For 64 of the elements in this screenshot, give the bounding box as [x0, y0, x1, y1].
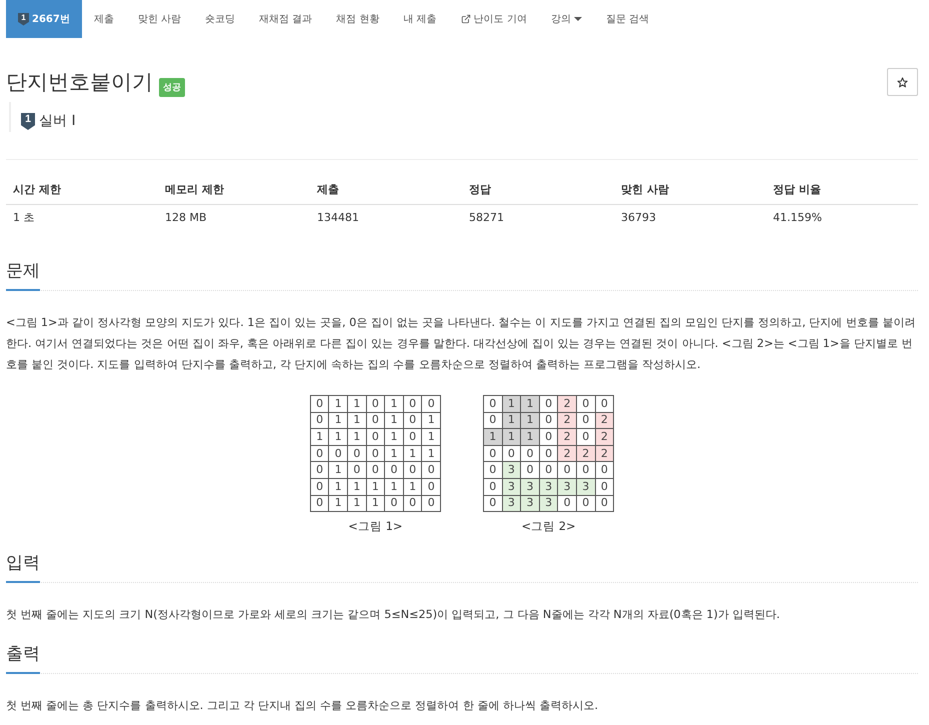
grid-cell: 0: [422, 396, 440, 412]
caret-icon: [574, 17, 582, 21]
grid-cell: 0: [484, 462, 502, 478]
grid-cell: 0: [484, 396, 502, 412]
grid-cell: 1: [310, 428, 329, 446]
table-cell: 41.159%: [766, 204, 918, 231]
grid-cell: 0: [484, 495, 502, 512]
table-cell: 128 MB: [158, 204, 310, 231]
section-title: 입력: [6, 553, 40, 584]
grid-cell: 1: [348, 396, 366, 412]
nav-tab[interactable]: 채점 현황: [324, 0, 392, 38]
grid-cell: 0: [310, 462, 329, 478]
section-text: 첫 번째 줄에는 지도의 크기 N(정사각형이므로 가로와 세로의 크기는 같으며 5≤N≤25)이 입력되고, 그 다음 N줄에는 각각 N개의 자료(0혹은 1)가 입력된다.: [6, 607, 781, 624]
grid-cell: 0: [310, 495, 329, 512]
nav-tab[interactable]: 질문 검색: [594, 0, 661, 38]
grid-cell: 0: [310, 445, 329, 462]
table-cell: 36793: [614, 204, 766, 231]
section-title: 문제: [6, 261, 40, 291]
table-cell: 134481: [310, 204, 462, 231]
figure-caption: <그림 1>: [348, 518, 403, 534]
column-header: 정답: [462, 176, 614, 204]
column-header: 제출: [310, 176, 462, 204]
nav-tab[interactable]: 강의: [538, 0, 594, 38]
column-header: 메모리 제한: [158, 176, 310, 204]
grid-cell: 0: [484, 478, 502, 496]
favorite-button[interactable]: [887, 68, 918, 96]
column-header: 맞힌 사람: [614, 176, 766, 204]
grid-cell: 0: [403, 396, 422, 412]
grid-cell: 0: [595, 396, 614, 412]
table-cell: 1 초: [6, 204, 158, 231]
grid-cell: 0: [576, 396, 596, 412]
grid-cell: 1: [502, 396, 521, 412]
section-text: <그림 1>과 같이 정사각형 모양의 지도가 있다. 1은 집이 있는 곳을, 0은 집이 없는 곳을 나타낸다. 철수는 이 지도를 가지고 연결된 집의 모임인 단지를 정의하고, 단지에 번호를 붙이려 한다. 여기서 연결되었다는 것은 어떤 집이 좌우, 혹은 아래위로 다른 집이 있는 경우를 말한다. 대각선상에 집이 있는 경우는 연결된 것이 아니다. <그림 2>는 <그림 1>을 단지별로 번호를 붙인 것이다. 지도를 입력하여 단지수를 출력하고, 각 단지에 속하는 집의 수를 오름차순으로 정렬하여 출력하는 프로그램을 작성하시오.: [6, 315, 916, 373]
tier-label: 실버 I: [39, 113, 76, 130]
grid-cell: 1: [328, 396, 348, 412]
nav-tab[interactable]: 맞힌 사람: [126, 0, 194, 38]
grid-cell: 0: [366, 396, 385, 412]
grid-cell: 2: [558, 396, 576, 412]
nav-tab[interactable]: 내 제출: [391, 0, 449, 38]
external-link-icon: [460, 14, 471, 24]
nav-tab[interactable]: 제출: [82, 0, 126, 38]
status-badge: 성공: [159, 78, 185, 97]
nav-tab[interactable]: 재채점 결과: [247, 0, 324, 38]
nav-tab[interactable]: 난이도 기여: [448, 0, 539, 38]
grid-cell: 1: [484, 428, 502, 446]
grid-cell: 1: [384, 396, 404, 412]
tier-badge: 1: [21, 113, 35, 130]
grid-cell: 0: [484, 412, 502, 429]
column-header: 시간 제한: [6, 176, 158, 204]
nav-tab[interactable]: 숏코딩: [193, 0, 248, 38]
grid-cell: 0: [310, 396, 329, 412]
grid-cell: 0: [310, 412, 329, 429]
table-cell: 58271: [462, 204, 614, 231]
tier-badge: 1: [18, 12, 29, 26]
grid-cell: 1: [520, 396, 540, 412]
nav-tab[interactable]: 1 2667번: [6, 0, 82, 38]
section-text: 첫 번째 줄에는 총 단지수를 출력하시오. 그리고 각 단지내 집의 수를 오름차순으로 정렬하여 한 줄에 하나씩 출력하시오.: [6, 698, 600, 714]
figure-caption: <그림 2>: [521, 518, 576, 534]
problem-title: 단지번호붙이기: [6, 69, 153, 96]
column-header: 정답 비율: [766, 176, 918, 204]
grid-cell: 0: [310, 478, 329, 496]
grid-cell: 0: [484, 445, 502, 462]
section-title: 출력: [6, 644, 40, 674]
grid-cell: 0: [539, 396, 558, 412]
